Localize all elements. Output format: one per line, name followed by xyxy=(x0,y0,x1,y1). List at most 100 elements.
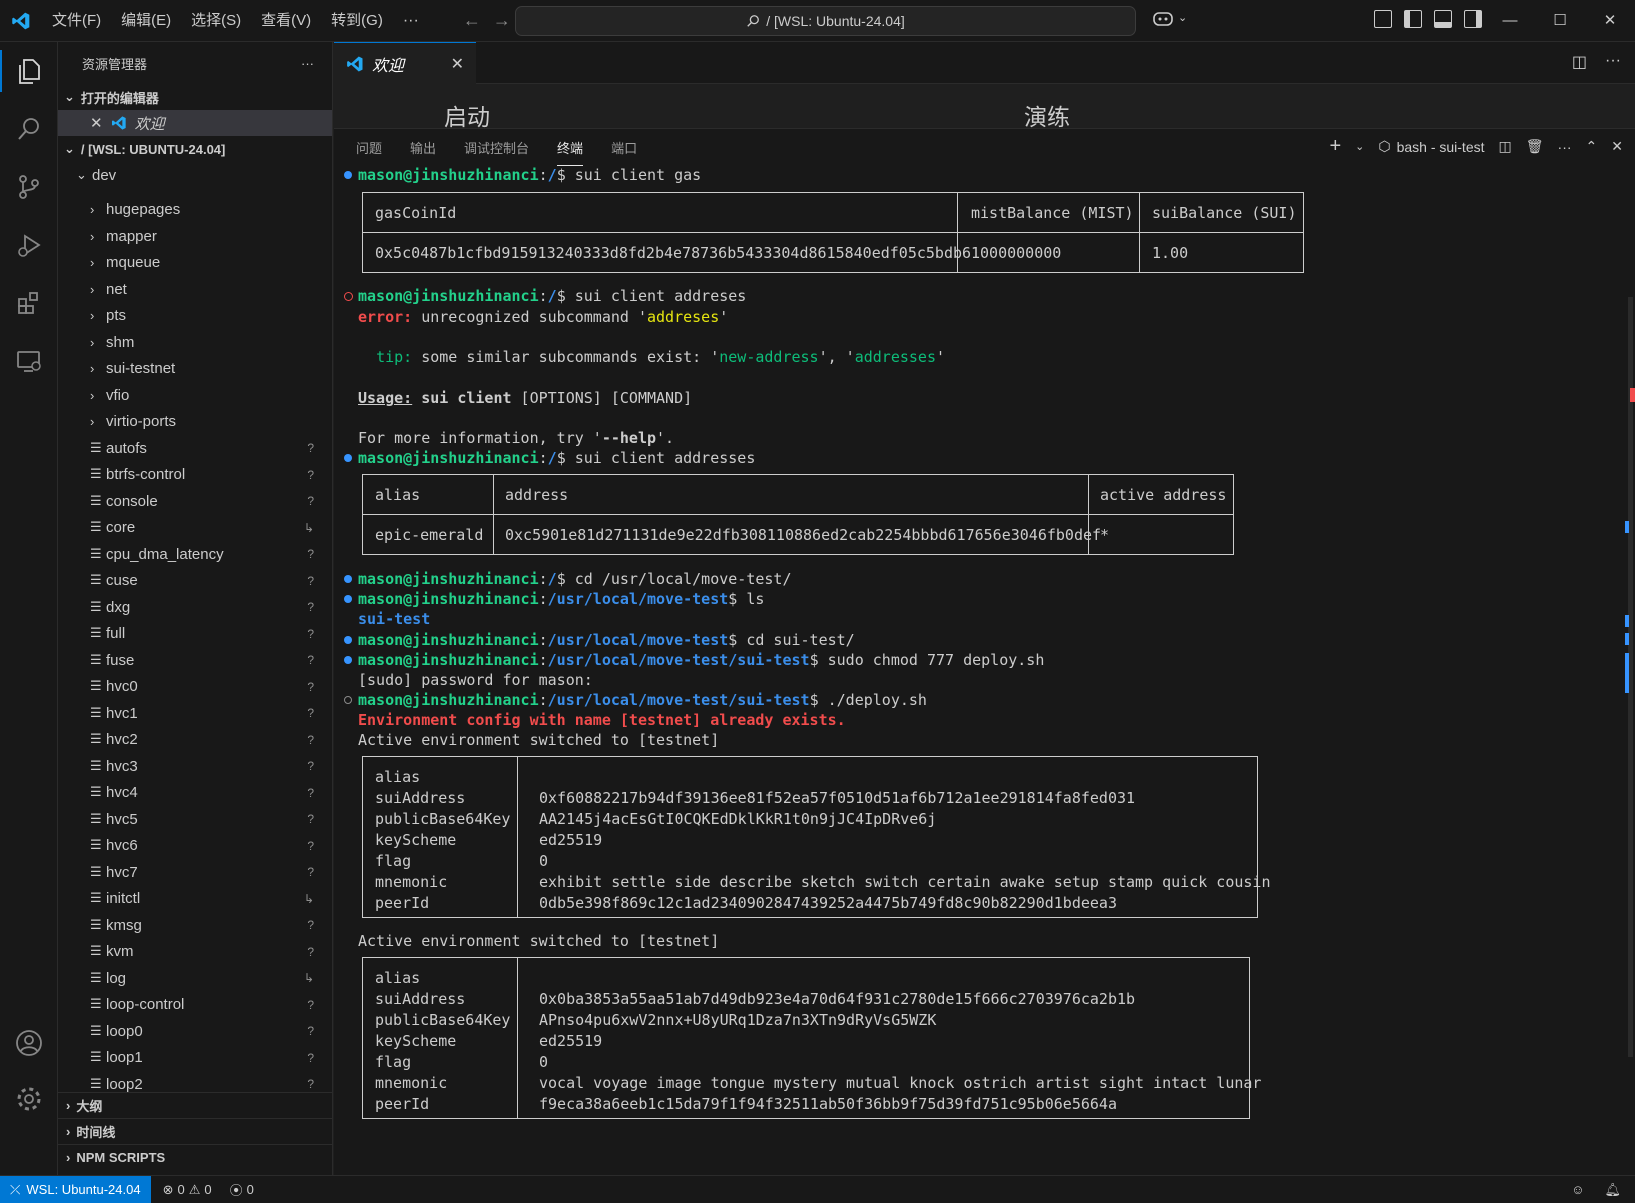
ports-status[interactable]: ⦿ 0 xyxy=(230,1180,254,1199)
file-item[interactable]: ☰ kvm? xyxy=(58,939,332,966)
menu-more-icon[interactable]: ··· xyxy=(393,12,429,30)
menu-view[interactable]: 查看(V) xyxy=(251,0,321,42)
open-editor-item[interactable]: ✕ 欢迎 xyxy=(58,110,332,136)
file-label: autofs xyxy=(106,439,147,457)
close-icon[interactable]: ✕ xyxy=(90,114,103,132)
folder-item[interactable]: › vfio xyxy=(58,382,332,409)
terminal-scrollbar[interactable] xyxy=(1625,297,1635,1097)
file-item[interactable]: ☰ dxg? xyxy=(58,594,332,621)
error-arg: addreses xyxy=(647,308,720,326)
chevron-down-icon[interactable]: ⌄ xyxy=(1355,140,1364,153)
file-item[interactable]: ☰ hvc0? xyxy=(58,674,332,701)
workspace-section[interactable]: ⌄ / [WSL: UBUNTU-24.04] xyxy=(58,136,332,162)
account-icon[interactable] xyxy=(0,1028,58,1058)
folder-item[interactable]: › shm xyxy=(58,329,332,356)
problems-status[interactable]: ⊗ 0 ⚠ 0 xyxy=(163,1182,212,1198)
extensions-icon[interactable] xyxy=(0,274,58,332)
file-label: loop2 xyxy=(106,1075,143,1093)
close-tab-icon[interactable]: ✕ xyxy=(451,54,464,74)
search-icon[interactable] xyxy=(0,100,58,158)
copilot-status-icon[interactable]: ☺ xyxy=(1571,1182,1584,1198)
file-item[interactable]: ☰ loop-control? xyxy=(58,992,332,1019)
command-center-search[interactable]: / [WSL: Ubuntu-24.04] xyxy=(515,6,1136,36)
timeline-section[interactable]: › 时间线 xyxy=(58,1118,332,1144)
chevron-right-icon: › xyxy=(66,1098,71,1113)
source-control-icon[interactable] xyxy=(0,158,58,216)
outline-section[interactable]: › 大纲 xyxy=(58,1092,332,1118)
file-lines-icon: ☰ xyxy=(90,467,102,483)
file-item[interactable]: ☰ kmsg? xyxy=(58,912,332,939)
explorer-more-icon[interactable]: ··· xyxy=(301,56,314,71)
menu-edit[interactable]: 编辑(E) xyxy=(111,0,181,42)
remote-indicator[interactable]: ⤫ WSL: Ubuntu-24.04 xyxy=(0,1175,151,1203)
file-item[interactable]: ☰ hvc7? xyxy=(58,859,332,886)
file-item[interactable]: ☰ hvc1? xyxy=(58,700,332,727)
new-terminal-icon[interactable]: + xyxy=(1329,135,1341,158)
file-status-badge: ↳ xyxy=(303,971,314,986)
file-item[interactable]: ☰ console? xyxy=(58,488,332,515)
folder-item[interactable]: › virtio-ports xyxy=(58,409,332,436)
terminal-output[interactable]: mason@jinshuzhinanci:/$ sui client gas g… xyxy=(334,165,1624,1176)
file-item[interactable]: ☰ full? xyxy=(58,621,332,648)
file-item[interactable]: ☰ fuse? xyxy=(58,647,332,674)
menu-file[interactable]: 文件(F) xyxy=(42,0,111,42)
split-editor-icon[interactable]: ◫ xyxy=(1572,52,1587,72)
tab-debug-console[interactable]: 调试控制台 xyxy=(464,138,529,157)
file-item[interactable]: ☰ hvc4? xyxy=(58,780,332,807)
open-editors-section[interactable]: ⌄ 打开的编辑器 xyxy=(58,84,332,110)
remote-explorer-icon[interactable] xyxy=(0,332,58,390)
error-label: error: xyxy=(358,308,413,326)
explorer-icon[interactable] xyxy=(0,42,58,100)
terminal-name[interactable]: bash - sui-test xyxy=(1397,139,1485,155)
file-item[interactable]: ☰ loop1? xyxy=(58,1045,332,1072)
back-arrow-icon[interactable]: ← xyxy=(463,10,481,31)
menu-go[interactable]: 转到(G) xyxy=(321,0,393,42)
run-debug-icon[interactable] xyxy=(0,216,58,274)
folder-dev[interactable]: ⌄ dev xyxy=(58,162,332,189)
file-item[interactable]: ☰ log ↳ xyxy=(58,965,332,992)
file-item[interactable]: ☰ hvc6? xyxy=(58,833,332,860)
notifications-bell-icon[interactable]: 🔔︎ xyxy=(1604,1182,1621,1198)
table-cell: 0xc5901e81d271131de9e22dfb308110886ed2ca… xyxy=(505,526,1102,544)
file-item[interactable]: ☰ cuse? xyxy=(58,568,332,595)
close-panel-icon[interactable]: ✕ xyxy=(1611,138,1623,155)
toggle-panel-icon[interactable] xyxy=(1434,10,1452,28)
tab-ports[interactable]: 端口 xyxy=(611,138,637,157)
more-actions-icon[interactable]: ··· xyxy=(1558,139,1572,155)
file-item[interactable]: ☰ initctl ↳ xyxy=(58,886,332,913)
tab-welcome[interactable]: 欢迎 ✕ xyxy=(334,42,476,84)
tab-problems[interactable]: 问题 xyxy=(356,138,382,157)
folder-item[interactable]: › mapper xyxy=(58,223,332,250)
toggle-secondary-sidebar-icon[interactable] xyxy=(1464,10,1482,28)
maximize-panel-icon[interactable]: ⌃ xyxy=(1586,138,1598,155)
settings-gear-icon[interactable] xyxy=(0,1084,58,1114)
folder-item[interactable]: › hugepages xyxy=(58,197,332,224)
folder-item[interactable]: › net xyxy=(58,276,332,303)
tab-terminal[interactable]: 终端 xyxy=(557,138,584,166)
file-item[interactable]: ☰ autofs? xyxy=(58,435,332,462)
file-item[interactable]: ☰ hvc2? xyxy=(58,727,332,754)
file-item[interactable]: ☰ loop0? xyxy=(58,1018,332,1045)
copilot-icon[interactable]: ⌄ xyxy=(1152,9,1187,27)
more-actions-icon[interactable]: ··· xyxy=(1605,52,1621,72)
file-item[interactable]: ☰ core ↳ xyxy=(58,515,332,542)
menu-selection[interactable]: 选择(S) xyxy=(181,0,251,42)
forward-arrow-icon[interactable]: → xyxy=(493,10,511,31)
close-window-button[interactable]: ✕ xyxy=(1585,0,1635,42)
file-item[interactable]: ☰ cpu_dma_latency? xyxy=(58,541,332,568)
split-terminal-icon[interactable]: ◫ xyxy=(1499,138,1512,155)
npm-scripts-section[interactable]: › NPM SCRIPTS xyxy=(58,1144,332,1170)
folder-item[interactable]: › pts xyxy=(58,303,332,330)
toggle-primary-sidebar-icon[interactable] xyxy=(1404,10,1422,28)
tab-output[interactable]: 输出 xyxy=(410,138,436,157)
folder-item[interactable]: › sui-testnet xyxy=(58,356,332,383)
folder-item[interactable]: › mqueue xyxy=(58,250,332,277)
minimize-button[interactable]: — xyxy=(1485,0,1535,42)
kill-terminal-icon[interactable]: 🗑 xyxy=(1526,138,1544,155)
file-item[interactable]: ☰ hvc5? xyxy=(58,806,332,833)
file-item[interactable]: ☰ btrfs-control? xyxy=(58,462,332,489)
customize-layout-icon[interactable] xyxy=(1374,10,1392,28)
maximize-button[interactable]: ☐ xyxy=(1535,0,1585,42)
folder-label: hugepages xyxy=(106,201,181,219)
file-item[interactable]: ☰ hvc3? xyxy=(58,753,332,780)
